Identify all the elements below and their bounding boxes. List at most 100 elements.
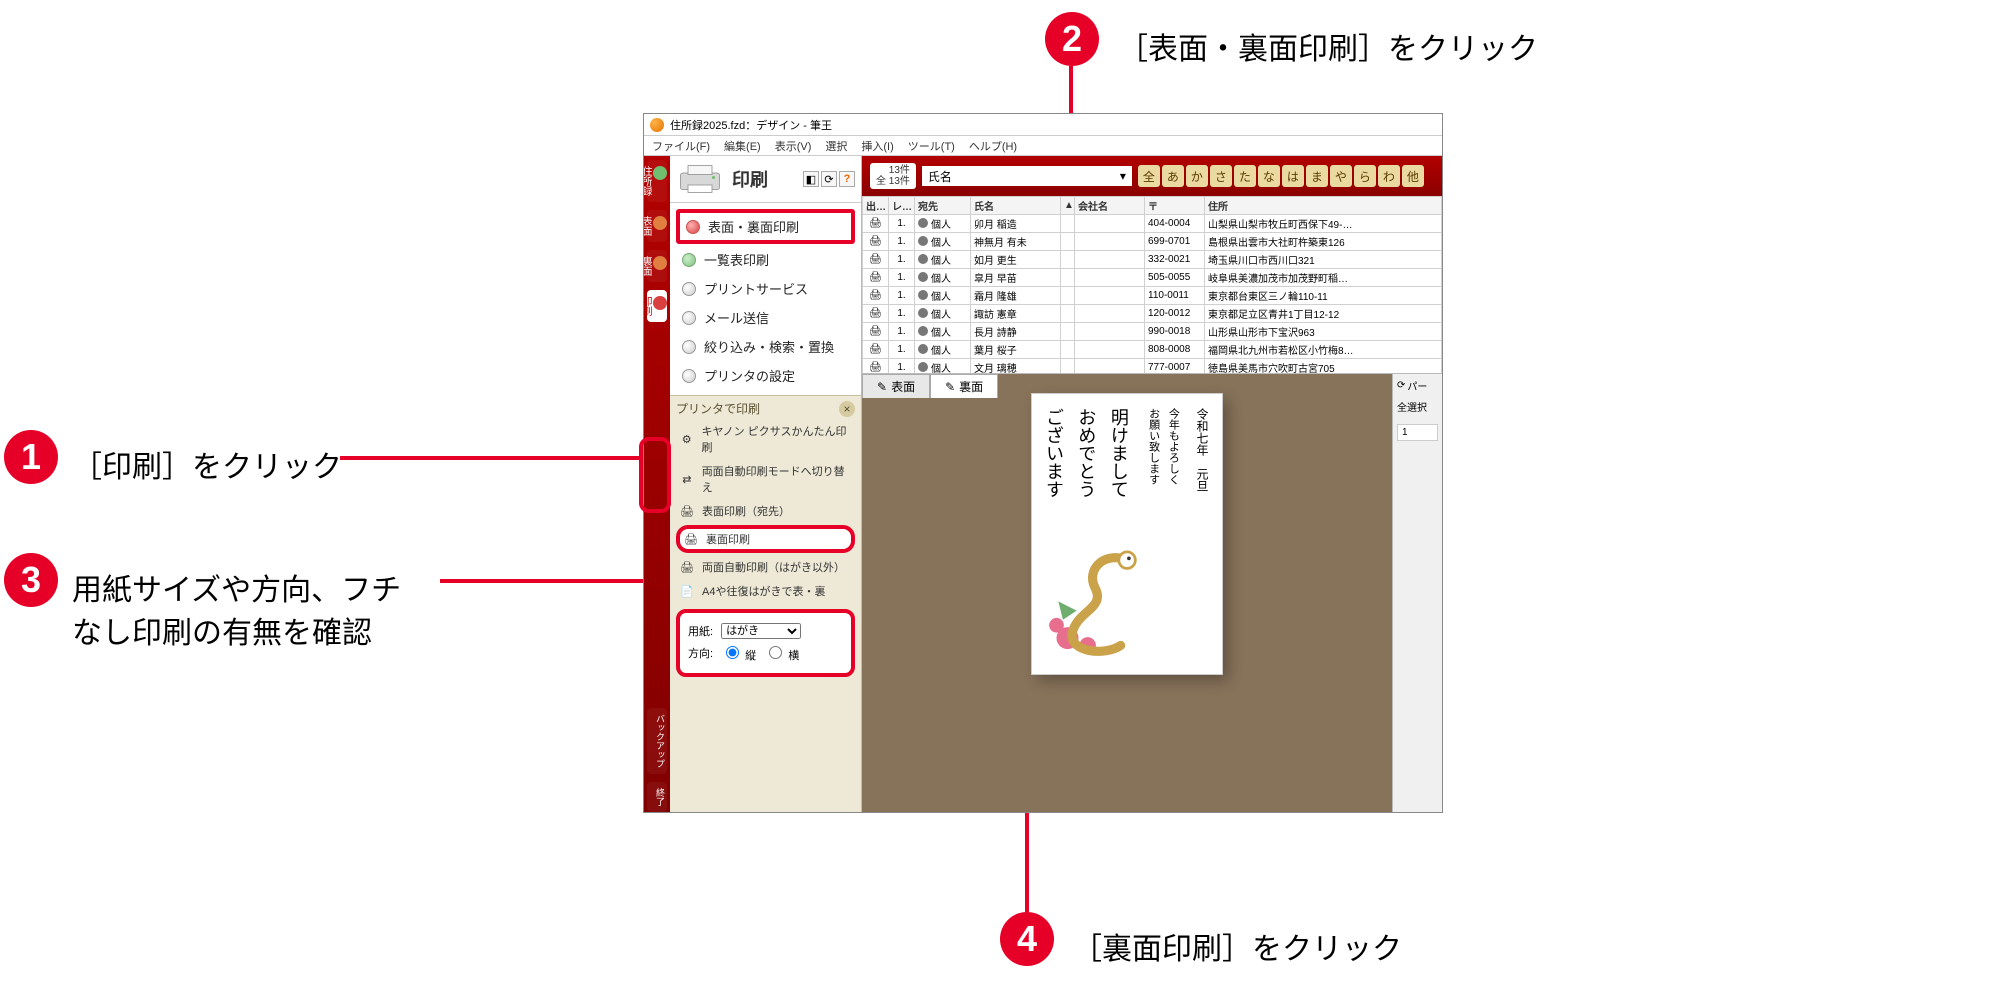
sidetab-back[interactable]: 裏面: [647, 250, 667, 282]
dir-horizontal[interactable]: 横: [764, 643, 799, 663]
kana-ya[interactable]: や: [1330, 165, 1352, 187]
help-icon[interactable]: ?: [839, 171, 855, 187]
record-count: 13件 全 13件: [870, 163, 916, 189]
menu-list-print[interactable]: 一覧表印刷: [676, 246, 855, 273]
sidetab-exit[interactable]: 終了: [647, 782, 667, 812]
sidetab-addressbook[interactable]: 住所録: [647, 160, 667, 202]
menu-mail-send[interactable]: メール送信: [676, 304, 855, 331]
name-field[interactable]: 氏名 ▾: [922, 166, 1132, 186]
bullet-icon: [682, 311, 696, 325]
menu-edit[interactable]: 編集(E): [724, 138, 761, 154]
pencil-icon: ✎: [877, 380, 887, 394]
table-row[interactable]: 🖨1.個人皐月 早苗505-0055岐阜県美濃加茂市加茂野町稲…: [863, 269, 1442, 287]
col-header[interactable]: レイ…: [889, 197, 915, 215]
menu-filter-search[interactable]: 絞り込み・検索・置換: [676, 333, 855, 360]
filter-bar: 13件 全 13件 氏名 ▾ 全 あ か さ た な は: [862, 156, 1442, 196]
table-row[interactable]: 🖨1.個人諏訪 憲章120-0012東京都足立区青井1丁目12-12: [863, 305, 1442, 323]
col-header[interactable]: 会社名: [1075, 197, 1145, 215]
kana-ha[interactable]: は: [1282, 165, 1304, 187]
menu-file[interactable]: ファイル(F): [652, 138, 710, 154]
subpanel-close[interactable]: ×: [839, 401, 855, 417]
menubar[interactable]: ファイル(F) 編集(E) 表示(V) 選択 挿入(I) ツール(T) ヘルプ(…: [644, 136, 1442, 156]
address-table[interactable]: 出…レイ…宛先氏名▲会社名〒住所 🖨1.個人卯月 稲造404-0004山梨県山梨…: [862, 196, 1442, 374]
snake-illustration: [1040, 546, 1150, 666]
leader-3: [440, 579, 670, 583]
menu-help[interactable]: ヘルプ(H): [969, 138, 1017, 154]
gear-icon: ⚙: [678, 433, 695, 446]
menu-tools[interactable]: ツール(T): [908, 138, 955, 154]
out-icon: 🖨: [863, 269, 889, 287]
menu-select[interactable]: 選択: [825, 138, 847, 154]
kana-all[interactable]: 全: [1138, 165, 1160, 187]
step-3-badge: 3: [4, 553, 58, 607]
step-4-badge: 4: [1000, 912, 1054, 966]
refresh-icon[interactable]: ⟳: [1397, 380, 1405, 391]
sub-auto-duplex[interactable]: 🖨両面自動印刷（はがき以外）: [676, 557, 855, 577]
sidebar-tabs: 住所録 表面 裏面 印刷 バックアップ 終了: [644, 156, 670, 812]
zip-cell: 777-0007: [1145, 359, 1205, 375]
rside-item-1[interactable]: 1: [1397, 424, 1438, 441]
step-1-text: ［印刷］をクリック: [72, 442, 342, 486]
postcard-preview[interactable]: 明けまして おめでとう ございます 今年もよろしく お願い致します 令和七年 元…: [1032, 394, 1222, 674]
addr-cell: 山梨県山梨市牧丘町西保下49-…: [1205, 215, 1442, 233]
menu-print-service[interactable]: プリントサービス: [676, 275, 855, 302]
col-header[interactable]: ▲: [1061, 197, 1075, 215]
name-cell: 卯月 稲造: [971, 215, 1061, 233]
col-header[interactable]: 出…: [863, 197, 889, 215]
menu-front-back-print[interactable]: 表面・裏面印刷: [676, 209, 855, 244]
sub-a4-reply[interactable]: 📄A4や往復はがきで表・裏: [676, 581, 855, 601]
kana-filter: 全 あ か さ た な は ま や ら わ 他: [1138, 165, 1424, 187]
kana-a[interactable]: あ: [1162, 165, 1184, 187]
tool-icon-1[interactable]: ◧: [803, 171, 819, 187]
name-cell: 文月 璃穂: [971, 359, 1061, 375]
kana-ma[interactable]: ま: [1306, 165, 1328, 187]
preview-area: ✎表面 ✎裏面 明けまして おめでとう ございます 今年もよろしく お: [862, 374, 1392, 812]
kana-sa[interactable]: さ: [1210, 165, 1232, 187]
kana-wa[interactable]: わ: [1378, 165, 1400, 187]
table-row[interactable]: 🖨1.個人神無月 有未699-0701島根県出雲市大社町杵築東126: [863, 233, 1442, 251]
sub-duplex-mode[interactable]: ⇄両面自動印刷モードへ切り替え: [676, 461, 855, 497]
addr-cell: 徳島県美馬市穴吹町古宮705: [1205, 359, 1442, 375]
left-panel: 印刷 ◧ ⟳ ? 表面・裏面印刷 一覧表印刷: [670, 156, 862, 812]
company-cell: [1075, 341, 1145, 359]
select-all[interactable]: 全選択: [1397, 399, 1438, 414]
sidetab-front[interactable]: 表面: [647, 210, 667, 242]
table-row[interactable]: 🖨1.個人如月 更生332-0021埼玉県川口市西川口321: [863, 251, 1442, 269]
tool-icon-2[interactable]: ⟳: [821, 171, 837, 187]
table-row[interactable]: 🖨1.個人卯月 稲造404-0004山梨県山梨市牧丘町西保下49-…: [863, 215, 1442, 233]
col-header[interactable]: 住所: [1205, 197, 1442, 215]
kana-ka[interactable]: か: [1186, 165, 1208, 187]
kana-ta[interactable]: た: [1234, 165, 1256, 187]
menu-printer-settings[interactable]: プリンタの設定: [676, 362, 855, 389]
table-row[interactable]: 🖨1.個人葉月 桜子808-0008福岡県北九州市若松区小竹梅8…: [863, 341, 1442, 359]
table-row[interactable]: 🖨1.個人文月 璃穂777-0007徳島県美馬市穴吹町古宮705: [863, 359, 1442, 375]
zip-cell: 505-0055: [1145, 269, 1205, 287]
sidetab-print[interactable]: 印刷: [647, 290, 667, 322]
col-header[interactable]: 宛先: [915, 197, 971, 215]
sub-back-print[interactable]: 🖨裏面印刷: [676, 525, 855, 553]
sub-front-print[interactable]: 🖨表面印刷（宛先）: [676, 501, 855, 521]
titlebar: 住所録2025.fzd：デザイン - 筆王: [644, 114, 1442, 136]
out-icon: 🖨: [863, 215, 889, 233]
menu-view[interactable]: 表示(V): [775, 138, 812, 154]
kana-na[interactable]: な: [1258, 165, 1280, 187]
menu-insert[interactable]: 挿入(I): [861, 138, 893, 154]
col-header[interactable]: 〒: [1145, 197, 1205, 215]
dir-vertical[interactable]: 縦: [721, 643, 756, 663]
paper-select[interactable]: はがき: [721, 623, 801, 639]
preview-tab-back[interactable]: ✎裏面: [930, 374, 998, 398]
step-4-text: ［裏面印刷］をクリック: [1072, 924, 1402, 968]
sidetab-backup[interactable]: バックアップ: [647, 708, 667, 774]
kana-other[interactable]: 他: [1402, 165, 1424, 187]
sub-canon[interactable]: ⚙キヤノン ピクサスかんたん印刷: [676, 421, 855, 457]
table-row[interactable]: 🖨1.個人霜月 隆雄110-0011東京都台東区三ノ輪110-11: [863, 287, 1442, 305]
preview-tab-front[interactable]: ✎表面: [862, 374, 930, 398]
out-icon: 🖨: [863, 341, 889, 359]
kana-ra[interactable]: ら: [1354, 165, 1376, 187]
dest-cell: 個人: [915, 341, 971, 359]
pencil-icon: ✎: [945, 380, 955, 394]
bullet-icon: [686, 220, 700, 234]
table-row[interactable]: 🖨1.個人長月 詩静990-0018山形県山形市下宝沢963: [863, 323, 1442, 341]
paper-settings-box: 用紙: はがき 方向: 縦 横: [676, 609, 855, 677]
col-header[interactable]: 氏名: [971, 197, 1061, 215]
